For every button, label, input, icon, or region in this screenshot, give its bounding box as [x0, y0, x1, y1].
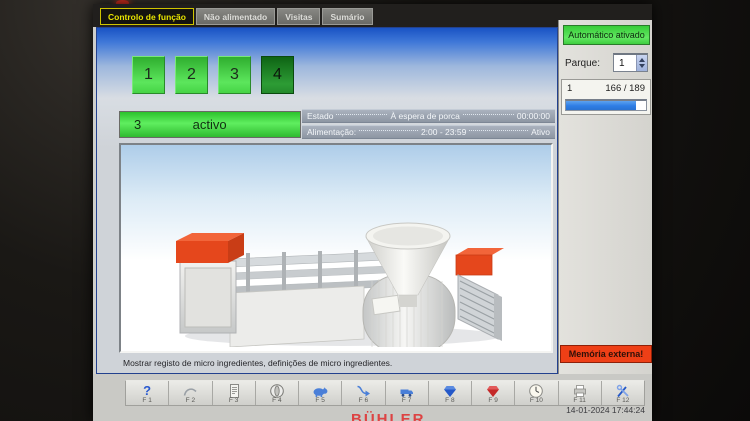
fkey-f11[interactable]: F 11 [559, 381, 602, 405]
report-icon [226, 383, 242, 398]
fkey-label: F 6 [359, 398, 368, 404]
parque-label: Parque: [565, 58, 600, 69]
printer-icon [572, 383, 588, 398]
curve-icon [182, 383, 198, 398]
tab-controlo-de-funcao[interactable]: Controlo de função [100, 8, 194, 25]
function-key-bar: ? F 1 F 2 F 3 F 4 [125, 380, 645, 406]
status-value: À espera de porca [390, 111, 459, 121]
fkey-f7[interactable]: F 7 [386, 381, 429, 405]
status-value: 2:00 - 23:59 [421, 127, 466, 137]
fkey-f4[interactable]: F 4 [256, 381, 299, 405]
parque-progress-fill [566, 101, 636, 110]
fkey-label: F 9 [488, 398, 497, 404]
main-window: 1 2 3 4 3 activo Estado À espera de porc… [96, 27, 558, 374]
line-button-1[interactable]: 1 [132, 56, 165, 94]
monitor-photo: { "window": { "tabs": [ { "label": "Cont… [0, 0, 750, 421]
fkey-label: F 1 [142, 398, 151, 404]
fkey-label: F 12 [616, 398, 629, 404]
fkey-f8[interactable]: F 8 [429, 381, 472, 405]
fkey-f6[interactable]: F 6 [342, 381, 385, 405]
blue-diamond-icon [442, 383, 458, 398]
machine-illustration [133, 189, 543, 347]
machine-image-panel [119, 143, 553, 353]
caption-text: Mostrar registo de micro ingredientes, d… [123, 358, 392, 368]
status-state: Ativo [531, 127, 550, 137]
active-line-number: 3 [134, 117, 141, 132]
line-button-3[interactable]: 3 [218, 56, 251, 94]
fkey-f2[interactable]: F 2 [169, 381, 212, 405]
spinner-up-icon [639, 58, 645, 62]
active-line-state: activo [141, 117, 278, 132]
counter-value: 166 / 189 [605, 83, 645, 94]
parque-progress-track [565, 99, 647, 111]
parque-spinner-buttons[interactable] [636, 55, 647, 71]
clock-icon [528, 383, 544, 398]
counter-index: 1 [567, 83, 572, 94]
bottom-strip: ? F 1 F 2 F 3 F 4 [93, 374, 652, 421]
fkey-label: F 2 [186, 398, 195, 404]
parque-counter-box: 1 166 / 189 [561, 79, 651, 115]
spinner-down-icon [639, 64, 645, 68]
fkey-label: F 11 [573, 398, 586, 404]
line-button-row: 1 2 3 4 [132, 56, 294, 94]
fkey-label: F 4 [272, 398, 281, 404]
transport-icon [399, 383, 415, 398]
active-line-indicator: 3 activo [119, 111, 301, 138]
fkey-label: F 10 [530, 398, 543, 404]
fkey-label: F 5 [315, 398, 324, 404]
parque-spinbox[interactable]: 1 [613, 53, 648, 72]
fkey-label: F 3 [229, 398, 238, 404]
dotted-leader [469, 130, 528, 131]
dotted-leader [336, 114, 387, 115]
dotted-leader [359, 130, 418, 131]
tab-nao-alimentado[interactable]: Não alimentado [196, 8, 275, 25]
status-label: Alimentação: [307, 127, 356, 137]
automatic-mode-button[interactable]: Automático ativado [563, 25, 650, 45]
help-icon: ? [143, 383, 151, 398]
tools-icon [615, 383, 631, 398]
line-button-2[interactable]: 2 [175, 56, 208, 94]
branch-arrow-icon [355, 383, 371, 398]
fkey-label: F 8 [445, 398, 454, 404]
fkey-label: F 7 [402, 398, 411, 404]
fkey-f3[interactable]: F 3 [213, 381, 256, 405]
datetime-display: 14-01-2024 17:44:24 [533, 405, 645, 415]
dotted-leader [463, 114, 514, 115]
status-row-alimentacao: Alimentação: 2:00 - 23:59 Ativo [302, 125, 555, 139]
fkey-f10[interactable]: F 10 [515, 381, 558, 405]
fkey-f5[interactable]: F 5 [299, 381, 342, 405]
status-time: 00:00:00 [517, 111, 550, 121]
right-sidebar: Automático ativado Parque: 1 1 166 / 189… [558, 20, 652, 378]
pig-icon [312, 383, 328, 398]
brand-logo: BÜHLER [351, 411, 426, 421]
tab-sumario[interactable]: Sumário [322, 8, 372, 25]
status-panel: Estado À espera de porca 00:00:00 Alimen… [302, 109, 555, 141]
line-button-4[interactable]: 4 [261, 56, 294, 94]
external-memory-button[interactable]: Memória externa! [560, 345, 652, 363]
fkey-f1[interactable]: ? F 1 [126, 381, 169, 405]
status-label: Estado [307, 111, 333, 121]
status-row-estado: Estado À espera de porca 00:00:00 [302, 109, 555, 123]
silo-valve-icon [269, 383, 285, 398]
fkey-f9[interactable]: F 9 [472, 381, 515, 405]
red-diamond-icon [485, 383, 501, 398]
tab-visitas[interactable]: Visitas [277, 8, 320, 25]
fkey-f12[interactable]: F 12 [602, 381, 644, 405]
tab-bar: Controlo de função Não alimentado Visita… [100, 8, 373, 25]
screen: Controlo de função Não alimentado Visita… [93, 4, 652, 421]
parque-value: 1 [614, 55, 636, 71]
